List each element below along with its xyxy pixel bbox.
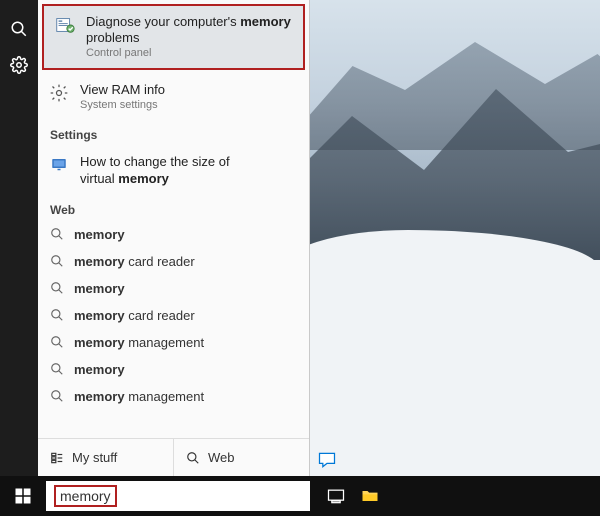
section-header-settings: Settings — [38, 120, 309, 146]
web-result[interactable]: memory — [38, 356, 309, 383]
search-icon — [50, 308, 64, 322]
best-match-title: Diagnose your computer's memory problems — [86, 14, 293, 47]
second-result-sub: System settings — [80, 99, 165, 113]
best-match-sub: Control panel — [86, 47, 293, 61]
mystuff-button[interactable]: My stuff — [38, 439, 173, 476]
cortana-search-panel: Diagnose your computer's memory problems… — [38, 0, 310, 476]
search-scope-bar: My stuff Web — [38, 438, 309, 476]
search-icon — [50, 254, 64, 268]
web-result-text: memory management — [74, 389, 204, 404]
taskbar: memory — [0, 476, 600, 516]
display-settings-icon — [48, 154, 70, 176]
task-view-icon[interactable] — [326, 486, 346, 506]
web-scope-label: Web — [208, 450, 235, 465]
web-results-list: memory memory card reader memory memory car… — [38, 221, 309, 438]
settings-result[interactable]: How to change the size ofvirtual memory — [38, 146, 309, 195]
search-icon — [50, 389, 64, 403]
search-icon — [50, 227, 64, 241]
web-result-text: memory — [74, 227, 125, 242]
web-result-text: memory card reader — [74, 308, 195, 323]
web-result-text: memory management — [74, 335, 204, 350]
web-result[interactable]: memory management — [38, 383, 309, 410]
web-scope-button[interactable]: Web — [173, 439, 309, 476]
cortana-speech-icon[interactable] — [317, 450, 337, 470]
second-result-title: View RAM info — [80, 82, 165, 98]
search-icon — [50, 362, 64, 376]
best-match-result[interactable]: Diagnose your computer's memory problems… — [42, 4, 305, 70]
search-query-text: memory — [54, 485, 117, 507]
search-icon — [50, 281, 64, 295]
file-explorer-icon[interactable] — [360, 486, 380, 506]
memory-diagnostic-icon — [54, 14, 76, 36]
web-result[interactable]: memory card reader — [38, 302, 309, 329]
section-header-web: Web — [38, 195, 309, 221]
web-result[interactable]: memory — [38, 221, 309, 248]
settings-gear-icon[interactable] — [10, 56, 28, 74]
search-icon — [50, 335, 64, 349]
web-result[interactable]: memory — [38, 275, 309, 302]
web-result[interactable]: memory card reader — [38, 248, 309, 275]
settings-gear-icon — [48, 82, 70, 104]
start-button[interactable] — [0, 476, 46, 516]
search-icon[interactable] — [10, 20, 28, 38]
second-result[interactable]: View RAM info System settings — [38, 74, 309, 120]
search-sidebar — [0, 0, 38, 476]
mystuff-label: My stuff — [72, 450, 117, 465]
web-result-text: memory card reader — [74, 254, 195, 269]
wallpaper-decor — [280, 260, 600, 476]
settings-result-title: How to change the size ofvirtual memory — [80, 154, 230, 187]
web-result[interactable]: memory management — [38, 329, 309, 356]
web-result-text: memory — [74, 362, 125, 377]
taskbar-search-box[interactable]: memory — [46, 481, 310, 511]
web-result-text: memory — [74, 281, 125, 296]
